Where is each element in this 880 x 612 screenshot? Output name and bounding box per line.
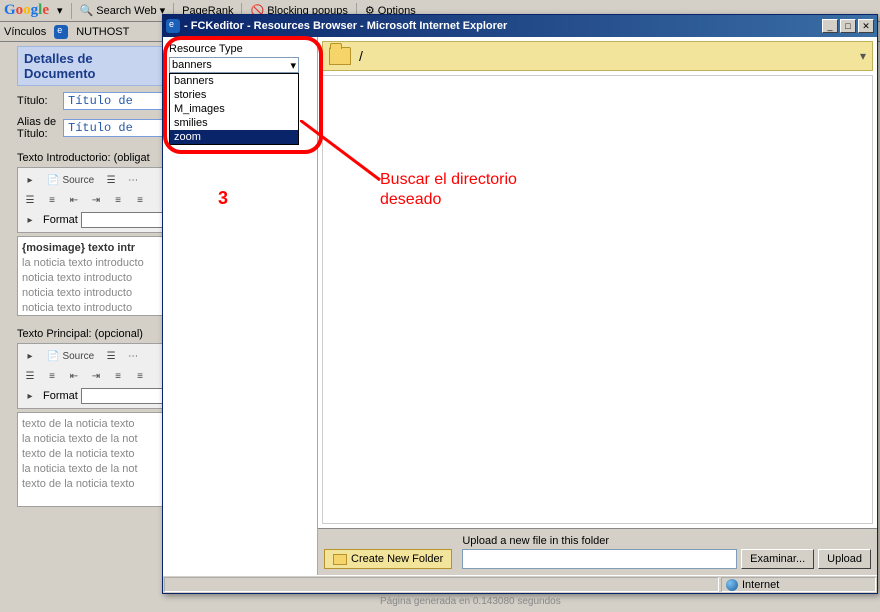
panel-header: Detalles de Documento (17, 46, 167, 86)
align-left-icon[interactable]: ≡ (108, 367, 128, 385)
titulo-input[interactable] (63, 92, 167, 110)
main-editor[interactable]: texto de la noticia texto la noticia tex… (17, 412, 167, 507)
intro-toolbar: ▸ 📄 Source ☰ ⋯ ☰ ≡ ⇤ ⇥ ≡ ≡ ▸ Format (17, 167, 167, 233)
dropdown-toggle-icon[interactable]: ▾ (57, 4, 63, 17)
list-ul-icon[interactable]: ☰ (20, 191, 40, 209)
annotation-number: 3 (218, 188, 228, 209)
globe-icon (726, 579, 738, 591)
align-center-icon[interactable]: ≡ (130, 191, 150, 209)
footer-text: Página generada en 0.143080 segundos (380, 596, 561, 607)
google-logo: Google (4, 2, 49, 19)
editor-panel: Detalles de Documento Título: Alias de T… (17, 46, 167, 507)
resource-type-dropdown[interactable]: bannersstoriesM_imagessmilieszoom (169, 73, 299, 145)
folder-icon (329, 47, 351, 65)
dropdown-option[interactable]: M_images (170, 102, 298, 116)
list-ol-icon[interactable]: ≡ (42, 367, 62, 385)
toolbar-icon[interactable]: ☰ (101, 347, 121, 365)
close-button[interactable]: ✕ (858, 19, 874, 33)
dropdown-option[interactable]: stories (170, 88, 298, 102)
list-ul-icon[interactable]: ☰ (20, 367, 40, 385)
outdent-icon[interactable]: ⇤ (64, 367, 84, 385)
dropdown-option[interactable]: smilies (170, 116, 298, 130)
annotation-text: Buscar el directorio deseado (380, 170, 517, 210)
links-label: Vínculos (4, 26, 46, 38)
upload-label: Upload a new file in this folder (462, 535, 871, 547)
list-ol-icon[interactable]: ≡ (42, 191, 62, 209)
indent-icon[interactable]: ⇥ (86, 191, 106, 209)
format-label: Format (43, 390, 78, 402)
dropdown-option[interactable]: zoom (170, 130, 298, 144)
bottom-bar: Create New Folder Upload a new file in t… (318, 528, 877, 575)
expand-icon[interactable]: ▸ (20, 347, 40, 365)
outdent-icon[interactable]: ⇤ (64, 191, 84, 209)
maximize-button[interactable]: □ (840, 19, 856, 33)
titlebar: - FCKeditor - Resources Browser - Micros… (163, 15, 877, 37)
expand-icon[interactable]: ▸ (20, 387, 40, 405)
format-select[interactable] (81, 212, 164, 228)
ie-icon (54, 25, 68, 39)
path-text: / (359, 48, 363, 64)
folder-icon (333, 554, 347, 565)
main-toolbar: ▸ 📄 Source ☰ ⋯ ☰ ≡ ⇤ ⇥ ≡ ≡ ▸ Format (17, 343, 167, 409)
toolbar-icon[interactable]: ⋯ (123, 171, 143, 189)
resources-browser-window: - FCKeditor - Resources Browser - Micros… (162, 14, 878, 594)
chevron-down-icon[interactable]: ▾ (860, 49, 866, 63)
create-folder-button[interactable]: Create New Folder (324, 549, 452, 569)
ie-icon (166, 19, 180, 33)
upload-button[interactable]: Upload (818, 549, 871, 569)
minimize-button[interactable]: _ (822, 19, 838, 33)
upload-file-input[interactable] (462, 549, 737, 569)
toolbar-icon[interactable]: ⋯ (123, 347, 143, 365)
dropdown-option[interactable]: banners (170, 74, 298, 88)
expand-icon[interactable]: ▸ (20, 211, 40, 229)
browse-button[interactable]: Examinar... (741, 549, 814, 569)
resource-type-select[interactable]: banners ▾ (169, 57, 299, 73)
path-bar[interactable]: / ▾ (322, 41, 873, 71)
align-center-icon[interactable]: ≡ (130, 367, 150, 385)
alias-input[interactable] (63, 119, 167, 137)
source-button[interactable]: 📄 Source (42, 347, 99, 365)
titulo-label: Título: (17, 95, 59, 107)
format-select[interactable] (81, 388, 164, 404)
zone-label: Internet (742, 579, 779, 591)
source-button[interactable]: 📄 Source (42, 171, 99, 189)
chevron-down-icon: ▾ (290, 59, 296, 72)
intro-editor[interactable]: {mosimage} texto intr la noticia texto i… (17, 236, 167, 316)
resource-type-label: Resource Type (169, 43, 311, 55)
toolbar-icon[interactable]: ☰ (101, 171, 121, 189)
format-label: Format (43, 214, 78, 226)
expand-icon[interactable]: ▸ (20, 171, 40, 189)
indent-icon[interactable]: ⇥ (86, 367, 106, 385)
align-left-icon[interactable]: ≡ (108, 191, 128, 209)
status-bar: Internet (163, 575, 877, 593)
search-web-button[interactable]: 🔍 Search Web ▾ (80, 4, 166, 17)
sidebar: Resource Type banners ▾ bannersstoriesM_… (163, 37, 318, 575)
main-section-label: Texto Principal: (opcional) (17, 328, 167, 340)
window-title: - FCKeditor - Resources Browser - Micros… (184, 20, 820, 32)
intro-section-label: Texto Introductorio: (obligat (17, 152, 167, 164)
alias-label: Alias de Título: (17, 116, 59, 140)
file-list[interactable] (322, 75, 873, 524)
link-nuthost[interactable]: NUTHOST (76, 26, 129, 38)
